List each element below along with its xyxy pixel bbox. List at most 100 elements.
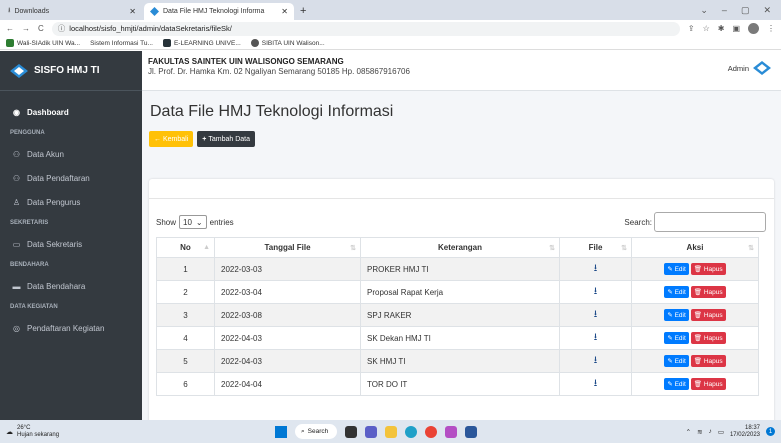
extensions-icon[interactable]: ✱ <box>718 24 725 33</box>
new-tab-icon[interactable]: + <box>300 3 306 20</box>
forward-arrow-icon[interactable]: → <box>22 24 30 33</box>
tab-downloads[interactable]: ⭳ Downloads ✕ <box>2 3 142 20</box>
bookmark-item[interactable]: Wali-SIAdik UIN Wa... <box>6 39 80 47</box>
edit-button[interactable]: ✎ Edit <box>664 332 689 344</box>
minimize-icon[interactable]: – <box>722 5 727 15</box>
sidebar-item-label: Pendaftaran Kegiatan <box>27 323 105 333</box>
circle-icon: ◎ <box>13 323 20 333</box>
notification-icon[interactable]: 1 <box>766 427 775 436</box>
sidebar-item-dashboard[interactable]: ◉ Dashboard <box>0 103 142 121</box>
brand-logo-icon <box>10 63 28 78</box>
money-icon: ▬ <box>12 281 21 291</box>
sidebar-item-data-pendaftaran[interactable]: ⚇ Data Pendaftaran <box>0 169 142 187</box>
sidebar-item-data-bendahara[interactable]: ▬ Data Bendahara <box>0 277 142 295</box>
cell-file: ⭳ <box>559 349 632 373</box>
edit-button[interactable]: ✎ Edit <box>664 378 689 390</box>
download-icon[interactable]: ⭳ <box>594 286 598 297</box>
chevron-down-icon: ⌄ <box>195 217 203 227</box>
arrow-left-icon: ← <box>154 135 161 143</box>
edit-button[interactable]: ✎ Edit <box>664 263 689 275</box>
column-header-tanggal[interactable]: Tanggal File ⇅ <box>214 237 361 258</box>
system-tray: ⌃ ≋ ♪ ▭ 18:37 17/02/2023 1 <box>686 425 775 439</box>
data-card: Show 10 ⌄ entries Search: No ▲ Tanggal Fi… <box>149 179 774 420</box>
file-explorer-icon[interactable] <box>385 425 397 438</box>
admin-menu[interactable]: Admin <box>728 61 771 75</box>
edit-button[interactable]: ✎ Edit <box>664 286 689 298</box>
sidebar-panel-icon[interactable]: ▣ <box>732 24 740 33</box>
profile-avatar[interactable] <box>748 23 759 34</box>
app-icon[interactable] <box>445 425 457 438</box>
column-header-file[interactable]: File ⇅ <box>559 237 632 258</box>
cell-keterangan: PROKER HMJ TI <box>360 257 560 281</box>
sidebar-item-data-pengurus[interactable]: ♙ Data Pengurus <box>0 193 142 211</box>
sort-icon: ⇅ <box>350 245 356 252</box>
maximize-icon[interactable]: ▢ <box>741 5 750 16</box>
delete-button[interactable]: 🗑 Hapus <box>690 378 726 390</box>
chat-icon[interactable] <box>365 425 377 438</box>
download-icon[interactable]: ⭳ <box>594 263 598 274</box>
battery-icon[interactable]: ▭ <box>718 428 724 436</box>
url-field[interactable]: ⓘ localhost/sisfo_hmjti/admin/dataSekret… <box>51 21 680 36</box>
column-header-no[interactable]: No ▲ <box>156 237 215 258</box>
clock[interactable]: 18:37 17/02/2023 <box>730 425 760 439</box>
windows-start-icon[interactable] <box>275 425 287 438</box>
menu-dots-icon[interactable]: ⋮ <box>767 24 775 33</box>
chrome-icon[interactable] <box>425 425 437 438</box>
bookmark-item[interactable]: E-LEARNING UNIVE... <box>162 39 241 47</box>
download-icon[interactable]: ⭳ <box>594 355 598 366</box>
chevron-down-icon[interactable]: ⌄ <box>700 5 708 16</box>
download-icon[interactable]: ⭳ <box>594 309 598 320</box>
back-button[interactable]: ← Kembali <box>149 131 194 147</box>
tab-data-file[interactable]: Data File HMJ Teknologi Informa ✕ <box>144 3 294 20</box>
share-icon[interactable]: ⇪ <box>688 24 695 33</box>
bookmark-item[interactable]: Sistem Informasi Tu... <box>90 40 153 47</box>
download-icon[interactable]: ⭳ <box>594 332 598 343</box>
faculty-address: Jl. Prof. Dr. Hamka Km. 02 Ngaliyan Sema… <box>148 67 410 76</box>
sidebar-item-data-akun[interactable]: ⚇ Data Akun <box>0 145 142 163</box>
cell-aksi: ✎ Edit 🗑 Hapus <box>631 257 759 281</box>
cell-tanggal: 2022-04-03 <box>214 349 361 373</box>
word-icon[interactable] <box>465 425 477 438</box>
edge-icon[interactable] <box>405 425 417 438</box>
info-icon[interactable]: ⓘ <box>58 23 66 34</box>
search-input[interactable] <box>654 212 766 232</box>
reload-icon[interactable]: C <box>38 24 44 33</box>
add-data-button[interactable]: + Tambah Data <box>197 131 256 147</box>
delete-button[interactable]: 🗑 Hapus <box>690 355 726 367</box>
column-header-aksi[interactable]: Aksi ⇅ <box>631 237 759 258</box>
entries-select[interactable]: 10 ⌄ <box>179 215 207 229</box>
back-arrow-icon[interactable]: ← <box>6 24 14 33</box>
show-label: Show <box>156 217 177 227</box>
edit-button[interactable]: ✎ Edit <box>664 309 689 321</box>
chevron-up-icon[interactable]: ⌃ <box>686 428 691 436</box>
column-header-keterangan[interactable]: Keterangan ⇅ <box>360 237 560 258</box>
close-tab-icon[interactable]: ✕ <box>281 7 288 16</box>
delete-button[interactable]: 🗑 Hapus <box>690 263 726 275</box>
delete-button[interactable]: 🗑 Hapus <box>690 309 726 321</box>
delete-button[interactable]: 🗑 Hapus <box>690 332 726 344</box>
page-title: Data File HMJ Teknologi Informasi <box>150 103 394 120</box>
user-icon: ♙ <box>12 197 21 207</box>
star-icon[interactable]: ☆ <box>703 24 710 33</box>
close-icon[interactable]: ✕ <box>763 5 771 16</box>
sidebar-item-data-sekretaris[interactable]: ▭ Data Sekretaris <box>0 235 142 253</box>
volume-icon[interactable]: ♪ <box>709 428 712 435</box>
data-table: No ▲ Tanggal File ⇅ Keterangan ⇅ File ⇅ Aksi… <box>156 237 759 396</box>
close-tab-icon[interactable]: ✕ <box>129 7 136 16</box>
sidebar-item-pendaftaran-kegiatan[interactable]: ◎ Pendaftaran Kegiatan <box>0 319 142 337</box>
task-view-icon[interactable] <box>345 425 357 438</box>
taskbar-search[interactable]: ⌕ Search <box>295 424 337 439</box>
cell-no: 2 <box>156 280 215 304</box>
bookmark-item[interactable]: SIBITA UIN Walison... <box>250 39 325 47</box>
wifi-icon[interactable]: ≋ <box>697 428 702 436</box>
download-icon[interactable]: ⭳ <box>594 378 598 389</box>
cell-keterangan: SPJ RAKER <box>360 303 560 327</box>
cell-tanggal: 2022-03-03 <box>214 257 361 281</box>
edit-button[interactable]: ✎ Edit <box>664 355 689 367</box>
tab-label: Data File HMJ Teknologi Informa <box>163 8 265 15</box>
brand[interactable]: SISFO HMJ TI <box>0 51 142 91</box>
delete-button[interactable]: 🗑 Hapus <box>690 286 726 298</box>
cell-aksi: ✎ Edit 🗑 Hapus <box>631 326 759 350</box>
cell-file: ⭳ <box>559 326 632 350</box>
weather-widget[interactable]: ☁ 26°C Hujan sekarang <box>6 425 59 439</box>
